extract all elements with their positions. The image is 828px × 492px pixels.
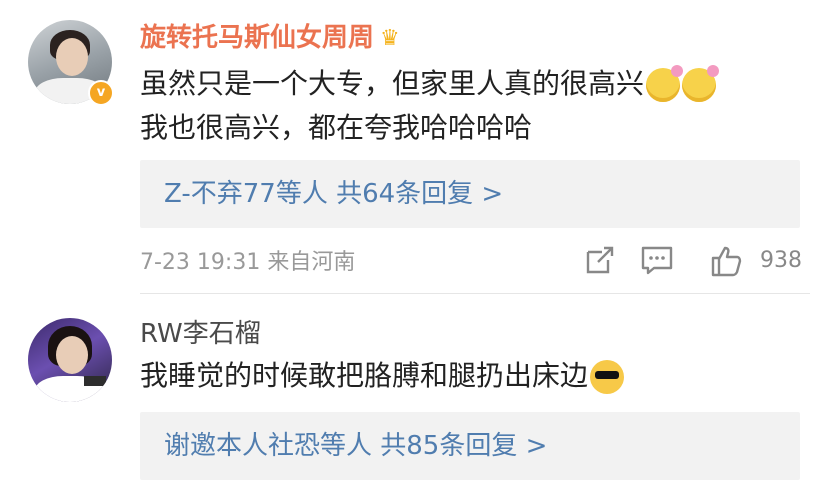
divider bbox=[140, 293, 810, 294]
repost-icon[interactable] bbox=[584, 244, 616, 276]
avatar[interactable] bbox=[28, 318, 112, 402]
sunglasses-emoji-icon bbox=[590, 360, 625, 394]
comment-text: 虽然只是一个大专，但家里人真的很高兴 我也很高兴，都在夸我哈哈哈哈 bbox=[140, 62, 798, 150]
crown-icon: ♛ bbox=[380, 25, 400, 51]
comment-icon[interactable] bbox=[640, 244, 674, 276]
smiling-flower-emoji-icon bbox=[646, 65, 684, 102]
comment-text: 我睡觉的时候敢把胳膊和腿扔出床边 bbox=[140, 354, 798, 398]
smiling-flower-emoji-icon bbox=[682, 65, 720, 102]
comment-item: RW李石榴 我睡觉的时候敢把胳膊和腿扔出床边 谢邀本人社恐等人 共85条回复 > bbox=[0, 296, 828, 492]
like-count: 938 bbox=[760, 248, 802, 273]
verified-badge-icon: v bbox=[88, 80, 114, 106]
comment-item: v 旋转托马斯仙女周周 ♛ 虽然只是一个大专，但家里人真的很高兴 我也很高兴，都在… bbox=[0, 0, 828, 292]
replies-link[interactable]: Z-不弃77等人 共64条回复 > bbox=[140, 160, 800, 228]
replies-link[interactable]: 谢邀本人社恐等人 共85条回复 > bbox=[140, 412, 800, 480]
username[interactable]: RW李石榴 bbox=[140, 318, 261, 350]
username[interactable]: 旋转托马斯仙女周周 ♛ bbox=[140, 22, 400, 55]
like-icon[interactable] bbox=[710, 244, 744, 278]
comment-meta: 7-23 19:31 来自河南 bbox=[140, 250, 356, 275]
